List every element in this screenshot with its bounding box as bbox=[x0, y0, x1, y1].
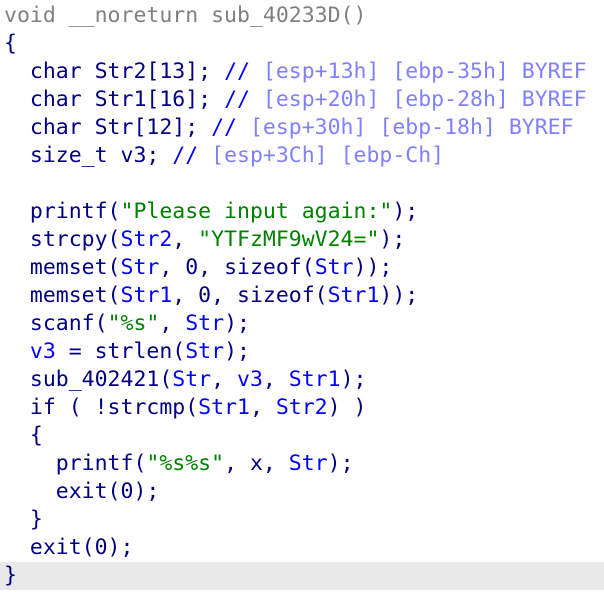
code-token: size_t bbox=[4, 143, 121, 168]
code-token: Str bbox=[288, 451, 328, 476]
code-token: Str2 bbox=[120, 227, 173, 252]
code-token: // bbox=[211, 115, 250, 140]
code-token: } bbox=[4, 563, 17, 588]
code-line[interactable]: exit(0); bbox=[4, 478, 160, 506]
code-line[interactable]: scanf("%s", Str); bbox=[4, 310, 250, 338]
code-token: , 0, sizeof( bbox=[172, 283, 328, 308]
code-line[interactable]: memset(Str1, 0, sizeof(Str1)); bbox=[4, 282, 418, 310]
code-token: exit(0); bbox=[4, 535, 134, 560]
code-token: ; bbox=[198, 59, 225, 84]
code-line[interactable]: } bbox=[4, 506, 43, 534]
code-token: [esp+30h] [ebp-18h] BYREF bbox=[249, 115, 574, 140]
code-token: , x, bbox=[224, 451, 289, 476]
code-token: "Please input again:" bbox=[120, 199, 393, 224]
code-token: // bbox=[224, 87, 263, 112]
code-line[interactable]: char Str2[13]; // [esp+13h] [ebp-35h] BY… bbox=[4, 58, 587, 86]
code-token: memset( bbox=[4, 255, 121, 280]
code-token: { bbox=[4, 31, 17, 56]
code-token: [esp+13h] [ebp-35h] BYREF bbox=[262, 59, 587, 84]
code-line[interactable]: } bbox=[4, 562, 17, 590]
code-token: ; bbox=[146, 143, 173, 168]
code-token: v3 bbox=[120, 143, 147, 168]
code-line[interactable]: memset(Str, 0, sizeof(Str)); bbox=[4, 254, 393, 282]
code-token: Str1 bbox=[120, 283, 173, 308]
code-line[interactable]: exit(0); bbox=[4, 534, 134, 562]
code-token: "YTFzMF9wV24=" bbox=[198, 227, 380, 252]
code-token: )); bbox=[353, 255, 393, 280]
code-token: v3 bbox=[29, 339, 56, 364]
code-line[interactable]: printf("%s%s", x, Str); bbox=[4, 450, 354, 478]
code-token: Str bbox=[120, 255, 160, 280]
code-token: "%s" bbox=[107, 311, 160, 336]
code-token: Str bbox=[185, 339, 225, 364]
current-line-highlight bbox=[0, 562, 604, 590]
code-line[interactable]: { bbox=[4, 30, 17, 58]
code-token: exit(0); bbox=[4, 479, 160, 504]
code-token: Str1 bbox=[198, 395, 250, 420]
code-line[interactable]: size_t v3; // [esp+3Ch] [ebp-Ch] bbox=[4, 142, 444, 170]
code-line[interactable]: char Str1[16]; // [esp+20h] [ebp-28h] BY… bbox=[4, 86, 587, 114]
code-token: // bbox=[172, 143, 212, 168]
code-token: Str1 bbox=[327, 283, 380, 308]
code-token: memset( bbox=[4, 283, 121, 308]
code-line[interactable]: char Str[12]; // [esp+30h] [ebp-18h] BYR… bbox=[4, 114, 574, 142]
code-token: void __noreturn sub_40233D() bbox=[4, 3, 367, 28]
code-line[interactable]: void __noreturn sub_40233D() bbox=[4, 2, 366, 30]
code-token: char bbox=[4, 87, 95, 112]
code-token: Str bbox=[314, 255, 354, 280]
code-token: v3 bbox=[237, 367, 263, 392]
code-token: "%s%s" bbox=[146, 451, 225, 476]
code-token: scanf( bbox=[4, 311, 108, 336]
code-token: sub_402421( bbox=[4, 367, 173, 392]
code-token: , bbox=[159, 311, 186, 336]
code-token: strcpy( bbox=[4, 227, 121, 252]
code-token: { bbox=[4, 423, 43, 448]
code-token: )); bbox=[379, 283, 419, 308]
code-token: ); bbox=[224, 339, 250, 364]
code-token: printf( bbox=[4, 451, 147, 476]
code-token: , bbox=[172, 227, 199, 252]
code-token: ; bbox=[185, 115, 212, 140]
code-token: , bbox=[249, 395, 276, 420]
code-token: Str[12] bbox=[94, 115, 186, 140]
code-token: ); bbox=[340, 367, 367, 392]
code-token: char bbox=[4, 59, 95, 84]
code-token: Str2 bbox=[275, 395, 328, 420]
pseudocode-view[interactable]: void __noreturn sub_40233D(){ char Str2[… bbox=[0, 0, 604, 592]
code-line[interactable]: v3 = strlen(Str); bbox=[4, 338, 250, 366]
code-token: , 0, sizeof( bbox=[159, 255, 315, 280]
code-line[interactable]: printf("Please input again:"); bbox=[4, 198, 418, 226]
code-token: ); bbox=[379, 227, 406, 252]
code-token: Str2[13] bbox=[94, 59, 199, 84]
code-token: ) ) bbox=[327, 395, 367, 420]
code-token: if ( !strcmp( bbox=[4, 395, 199, 420]
code-token: , bbox=[262, 367, 289, 392]
code-token: [esp+20h] [ebp-28h] BYREF bbox=[262, 87, 587, 112]
code-token: [esp+3Ch] [ebp-Ch] bbox=[211, 143, 445, 168]
code-token: char bbox=[4, 115, 95, 140]
code-line[interactable]: { bbox=[4, 422, 43, 450]
code-token: ; bbox=[198, 87, 225, 112]
code-token: Str1 bbox=[288, 367, 341, 392]
code-line[interactable]: sub_402421(Str, v3, Str1); bbox=[4, 366, 367, 394]
code-token: // bbox=[224, 59, 263, 84]
code-token: } bbox=[4, 507, 43, 532]
code-token: Str bbox=[185, 311, 225, 336]
code-token: ); bbox=[327, 451, 354, 476]
code-line[interactable]: strcpy(Str2, "YTFzMF9wV24="); bbox=[4, 226, 405, 254]
code-token: = strlen( bbox=[55, 339, 186, 364]
code-token: ); bbox=[224, 311, 250, 336]
code-token: Str1[16] bbox=[94, 87, 199, 112]
code-token: ); bbox=[392, 199, 419, 224]
code-token: , bbox=[211, 367, 238, 392]
code-token: printf( bbox=[4, 199, 121, 224]
code-token: Str bbox=[172, 367, 212, 392]
code-line[interactable]: if ( !strcmp(Str1, Str2) ) bbox=[4, 394, 367, 422]
